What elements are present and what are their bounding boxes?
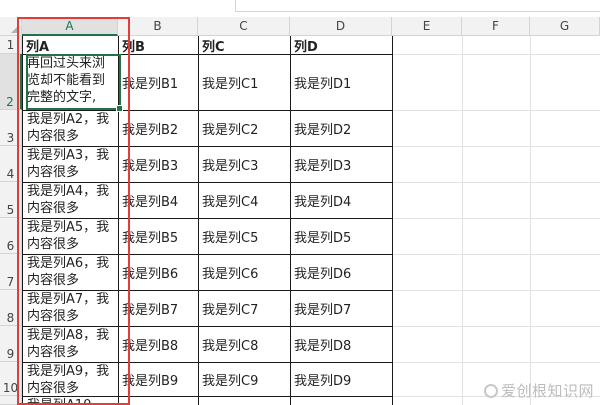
column-header-c[interactable]: C [198,17,290,36]
watermark-logo-icon [483,383,498,398]
cell-d10[interactable]: 我是列D9 [293,363,391,396]
cell-b10[interactable]: 我是列B9 [121,363,197,396]
cell-b7[interactable]: 我是列B6 [121,255,197,290]
watermark-text: 爱创根知识网 [500,382,594,400]
cell-d9[interactable]: 我是列D8 [293,327,391,362]
cell-b3[interactable]: 我是列B2 [121,111,197,146]
gridline-h [392,110,600,111]
cell-b1[interactable]: 列B [121,37,197,54]
cell-d2[interactable]: 我是列D1 [293,55,391,110]
gridline-h [392,218,600,219]
cell-d5[interactable]: 我是列D4 [293,183,391,218]
cell-d1[interactable]: 列D [293,37,391,54]
gridline-v [530,36,531,405]
cell-c2[interactable]: 我是列C1 [201,55,289,110]
cell-c7[interactable]: 我是列C6 [201,255,289,290]
column-header-f[interactable]: F [462,17,530,36]
cell-b2[interactable]: 我是列B1 [121,55,197,110]
table-border-v [198,36,199,405]
watermark: 爱创根知识网 [483,380,594,401]
column-header-d[interactable]: D [290,17,392,36]
cell-b4[interactable]: 我是列B3 [121,147,197,182]
gridline-h [392,54,600,55]
table-border-v [290,36,291,405]
gridline-v [462,36,463,405]
table-border-v [392,36,393,405]
cell-c6[interactable]: 我是列C5 [201,219,289,254]
cell-c4[interactable]: 我是列C3 [201,147,289,182]
cell-c9[interactable]: 我是列C8 [201,327,289,362]
cell-c1[interactable]: 列C [201,37,289,54]
cell-c3[interactable]: 我是列C2 [201,111,289,146]
cell-b6[interactable]: 我是列B5 [121,219,197,254]
gridline-h [392,362,600,363]
gridline-h [392,146,600,147]
cell-b9[interactable]: 我是列B8 [121,327,197,362]
column-header-e[interactable]: E [392,17,462,36]
gridline-h [392,326,600,327]
cell-d8[interactable]: 我是列D7 [293,291,391,326]
gridline-h [392,254,600,255]
cell-d3[interactable]: 我是列D2 [293,111,391,146]
column-a-highlight-box [17,17,130,405]
formula-input[interactable] [235,0,600,12]
cell-b8[interactable]: 我是列B7 [121,291,197,326]
gridline-h [392,290,600,291]
column-header-g[interactable]: G [530,17,600,36]
cell-d6[interactable]: 我是列D5 [293,219,391,254]
gridline-h [392,182,600,183]
cell-b5[interactable]: 我是列B4 [121,183,197,218]
cell-c10[interactable]: 我是列C9 [201,363,289,396]
cell-d4[interactable]: 我是列D3 [293,147,391,182]
cell-d7[interactable]: 我是列D6 [293,255,391,290]
cell-c8[interactable]: 我是列C7 [201,291,289,326]
column-header-b[interactable]: B [118,17,198,36]
cell-c5[interactable]: 我是列C4 [201,183,289,218]
formula-bar-area [0,0,600,17]
